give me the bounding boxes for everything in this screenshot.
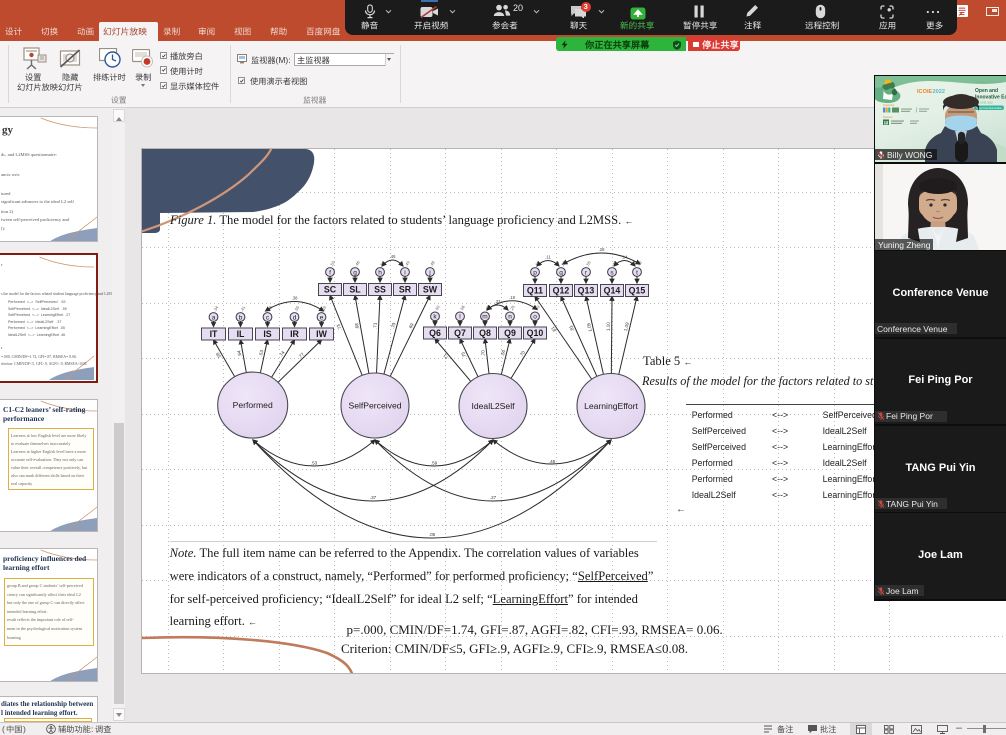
svg-text:.71: .71 [442, 352, 450, 360]
svg-text:p: p [533, 269, 537, 276]
svg-text:1.10: 1.10 [606, 322, 611, 331]
svg-text:.48: .48 [429, 259, 436, 267]
svg-text:.81: .81 [550, 325, 558, 333]
svg-text:IT: IT [210, 329, 218, 339]
svg-text:.46: .46 [354, 259, 361, 267]
svg-text:Q11: Q11 [527, 286, 543, 296]
svg-text:SR: SR [399, 285, 412, 295]
svg-text:.56: .56 [459, 304, 466, 312]
svg-text:2022: 2022 [933, 89, 945, 95]
svg-text:e: e [320, 314, 324, 321]
svg-text:.68: .68 [354, 322, 360, 330]
svg-text:.64: .64 [236, 350, 242, 358]
svg-text:.49: .49 [404, 259, 411, 267]
svg-text:Open and: Open and [975, 88, 998, 94]
svg-text:.46: .46 [549, 459, 556, 464]
svg-text:q: q [559, 269, 563, 276]
svg-text:Q15: Q15 [629, 286, 646, 296]
svg-text:.53: .53 [311, 461, 318, 466]
svg-text:.70: .70 [518, 350, 526, 358]
svg-text:Q7: Q7 [454, 328, 466, 338]
svg-text:.70: .70 [480, 349, 486, 356]
svg-text:ICOIE: ICOIE [917, 89, 932, 95]
svg-text:.55: .55 [585, 259, 592, 267]
svg-text:d: d [293, 314, 297, 321]
svg-text:t: t [636, 269, 638, 276]
svg-text:IW: IW [316, 329, 327, 339]
svg-text:.74: .74 [278, 350, 286, 358]
svg-text:2022 International Conf: 2022 International Conf [975, 80, 1002, 84]
svg-text:IS: IS [263, 329, 271, 339]
svg-text:.55: .55 [293, 304, 300, 312]
svg-text:Q12: Q12 [553, 286, 570, 296]
svg-text:.53: .53 [329, 259, 336, 267]
svg-text:.25: .25 [509, 304, 516, 312]
svg-text:.59: .59 [431, 461, 438, 466]
svg-text:Q9: Q9 [504, 328, 516, 338]
svg-text:.27: .27 [490, 495, 497, 500]
svg-text:f: f [329, 269, 331, 276]
svg-text:Q10: Q10 [527, 328, 544, 338]
svg-text:SL: SL [349, 285, 361, 295]
svg-text:.50: .50 [500, 349, 507, 357]
svg-text:IdealL2Self: IdealL2Self [471, 401, 515, 411]
svg-text:.53: .53 [258, 349, 264, 357]
svg-text:IR: IR [290, 329, 299, 339]
svg-text:.37: .37 [370, 495, 377, 500]
svg-text:.28: .28 [599, 247, 605, 252]
svg-text:SC: SC [324, 285, 337, 295]
svg-text:Sponsor: Sponsor [883, 115, 893, 119]
svg-text:.05: .05 [429, 532, 436, 537]
svg-text:a: a [212, 314, 216, 321]
svg-text:n: n [508, 314, 512, 321]
svg-text:.18: .18 [509, 295, 515, 300]
svg-text:.70: .70 [390, 322, 397, 330]
svg-text:.58: .58 [215, 351, 223, 359]
svg-text:m: m [482, 314, 487, 321]
svg-text:o: o [533, 314, 537, 321]
svg-text:.59: .59 [320, 304, 327, 312]
svg-text:g: g [353, 269, 357, 276]
svg-text:.41: .41 [239, 304, 246, 312]
svg-text:b: b [239, 314, 243, 321]
svg-text:.77: .77 [297, 351, 305, 359]
svg-text:SS: SS [374, 285, 386, 295]
svg-text:IL: IL [237, 329, 245, 339]
svg-text:i: i [404, 269, 405, 276]
svg-text:SelfPerceived: SelfPerceived [348, 401, 401, 411]
svg-text:.46: .46 [390, 254, 396, 259]
svg-text:LearningEffort: LearningEffort [584, 401, 638, 411]
svg-text:Organiser: Organiser [883, 103, 895, 107]
svg-text:Q13: Q13 [578, 286, 595, 296]
svg-text:Q6: Q6 [429, 328, 441, 338]
svg-text:Performed: Performed [233, 400, 273, 410]
svg-text:Q8: Q8 [479, 328, 491, 338]
svg-text:.71: .71 [372, 322, 377, 329]
svg-text:Q14: Q14 [604, 286, 621, 296]
svg-text:.34: .34 [212, 304, 219, 312]
svg-text:Innovative Ed: Innovative Ed [975, 95, 1006, 101]
svg-text:j: j [428, 269, 430, 276]
svg-text:.38: .38 [292, 296, 298, 301]
svg-text:h: h [378, 269, 382, 276]
svg-text:SW: SW [423, 285, 438, 295]
svg-text:Hong Kong Metropolitan: Hong Kong Metropolitan [976, 107, 1002, 110]
svg-text:.50: .50 [434, 304, 441, 312]
svg-text:.11: .11 [545, 255, 551, 260]
